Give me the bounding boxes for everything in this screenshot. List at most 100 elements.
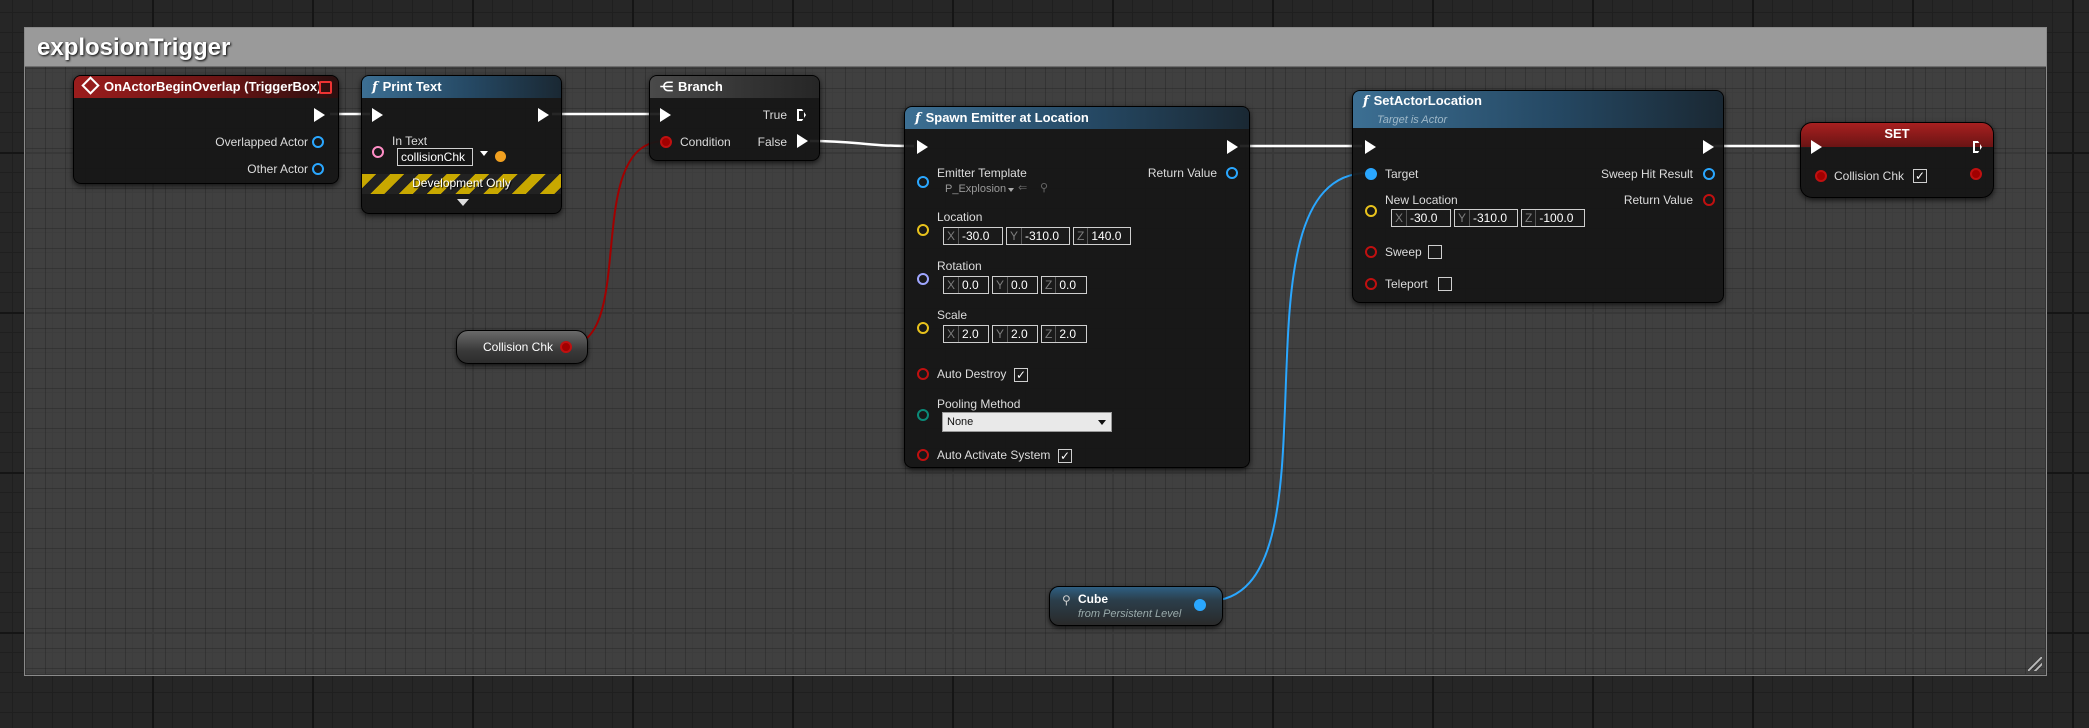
new-location-pin[interactable] bbox=[1365, 205, 1377, 217]
expand-arrow-icon[interactable] bbox=[457, 199, 469, 206]
target-pin[interactable] bbox=[1365, 168, 1377, 180]
set-actor-location-node[interactable]: f SetActorLocation Target is Actor Target… bbox=[1352, 90, 1724, 303]
pooling-method-dropdown[interactable]: None bbox=[942, 412, 1112, 432]
in-text-label: In Text bbox=[392, 134, 428, 148]
sweep-hit-result-pin[interactable] bbox=[1703, 168, 1715, 180]
branch-false-label: False bbox=[757, 135, 787, 149]
comment-header[interactable]: explosionTrigger bbox=[25, 28, 2046, 67]
location-y-field[interactable]: Y -310.0 bbox=[1006, 227, 1070, 245]
branch-exec-in-pin[interactable] bbox=[660, 108, 671, 122]
new-location-z-axis: Z bbox=[1522, 210, 1537, 226]
new-location-y-field[interactable]: Y -310.0 bbox=[1454, 209, 1518, 227]
set-actor-location-header[interactable]: f SetActorLocation Target is Actor bbox=[1353, 91, 1723, 128]
spawn-emitter-title: Spawn Emitter at Location bbox=[925, 110, 1089, 125]
overlapped-actor-pin[interactable] bbox=[312, 136, 324, 148]
scale-x-value: 2.0 bbox=[962, 327, 979, 341]
new-location-x-field[interactable]: X -30.0 bbox=[1391, 209, 1451, 227]
in-text-pin[interactable] bbox=[372, 146, 384, 158]
collision-chk-getter-label: Collision Chk bbox=[483, 340, 554, 354]
scale-z-value: 2.0 bbox=[1059, 327, 1077, 341]
other-actor-label: Other Actor bbox=[247, 162, 308, 176]
emitter-template-value[interactable]: P_Explosion bbox=[945, 183, 1006, 195]
branch-node[interactable]: ⋲ Branch True Condition False bbox=[649, 75, 820, 161]
cube-reference-pin[interactable] bbox=[1194, 599, 1206, 611]
event-node-title: OnActorBeginOverlap (TriggerBox) bbox=[104, 79, 322, 94]
set-variable-node[interactable]: SET Collision Chk ✓ bbox=[1800, 122, 1994, 198]
scale-z-axis: Z bbox=[1042, 326, 1057, 342]
set-collision-chk-in-pin[interactable] bbox=[1815, 170, 1827, 182]
set-exec-in-pin[interactable] bbox=[1811, 140, 1822, 154]
rotation-pin[interactable] bbox=[917, 273, 929, 285]
spawn-return-value-label: Return Value bbox=[1147, 166, 1217, 180]
dropdown-chevron-icon bbox=[1098, 420, 1106, 425]
browse-search-icon[interactable]: ⚲ bbox=[1040, 181, 1048, 194]
cube-reference-node[interactable]: ⚲ Cube from Persistent Level bbox=[1049, 586, 1223, 626]
emitter-dropdown-chevron-icon[interactable] bbox=[1008, 188, 1014, 192]
new-location-x-value: -30.0 bbox=[1410, 211, 1438, 225]
set-collision-chk-out-pin[interactable] bbox=[1970, 168, 1982, 180]
rotation-z-field[interactable]: Z 0.0 bbox=[1041, 276, 1087, 294]
localization-icon[interactable] bbox=[495, 151, 506, 162]
branch-true-pin[interactable] bbox=[797, 109, 806, 121]
rotation-y-field[interactable]: Y 0.0 bbox=[992, 276, 1038, 294]
new-location-z-field[interactable]: Z -100.0 bbox=[1521, 209, 1585, 227]
auto-activate-checkbox[interactable]: ✓ bbox=[1058, 449, 1072, 463]
scale-z-field[interactable]: Z 2.0 bbox=[1041, 325, 1087, 343]
auto-activate-label: Auto Activate System bbox=[937, 448, 1051, 462]
overlapped-actor-label: Overlapped Actor bbox=[215, 135, 308, 149]
spawn-exec-out-pin[interactable] bbox=[1227, 140, 1238, 154]
use-selected-arrow-icon[interactable]: ⇐ bbox=[1018, 181, 1027, 194]
in-text-dropdown-chevron-icon[interactable] bbox=[480, 151, 488, 156]
event-exec-out-pin[interactable] bbox=[314, 108, 325, 122]
location-pin[interactable] bbox=[917, 224, 929, 236]
new-location-y-value: -310.0 bbox=[1473, 211, 1508, 225]
emitter-template-pin[interactable] bbox=[917, 176, 929, 188]
set-variable-header[interactable]: SET bbox=[1801, 123, 1993, 147]
setloc-return-value-label: Return Value bbox=[1623, 193, 1693, 207]
pooling-method-label: Pooling Method bbox=[937, 397, 1021, 411]
location-x-field[interactable]: X -30.0 bbox=[943, 227, 1003, 245]
auto-destroy-checkbox[interactable]: ✓ bbox=[1014, 368, 1028, 382]
scale-pin[interactable] bbox=[917, 322, 929, 334]
new-location-x-axis: X bbox=[1392, 210, 1408, 226]
setloc-exec-out-pin[interactable] bbox=[1703, 140, 1714, 154]
auto-activate-pin[interactable] bbox=[917, 449, 929, 461]
event-node-header[interactable]: OnActorBeginOverlap (TriggerBox) bbox=[74, 76, 338, 98]
spawn-exec-in-pin[interactable] bbox=[917, 140, 928, 154]
setloc-exec-in-pin[interactable] bbox=[1365, 140, 1376, 154]
condition-pin[interactable] bbox=[660, 136, 672, 148]
other-actor-pin[interactable] bbox=[312, 163, 324, 175]
event-node[interactable]: OnActorBeginOverlap (TriggerBox) Overlap… bbox=[73, 75, 339, 184]
auto-destroy-pin[interactable] bbox=[917, 368, 929, 380]
pooling-method-value: None bbox=[947, 416, 974, 428]
resize-grip-icon[interactable] bbox=[2028, 657, 2042, 671]
setloc-return-value-pin[interactable] bbox=[1703, 194, 1715, 206]
print-text-node[interactable]: f Print Text In Text collisionChk Develop… bbox=[361, 75, 562, 214]
collision-chk-getter-node[interactable]: Collision Chk bbox=[456, 330, 588, 364]
spawn-emitter-node[interactable]: f Spawn Emitter at Location Emitter Templ… bbox=[904, 106, 1250, 468]
event-delegate-icon[interactable] bbox=[319, 81, 332, 94]
print-exec-out-pin[interactable] bbox=[538, 108, 549, 122]
scale-x-field[interactable]: X 2.0 bbox=[943, 325, 989, 343]
location-z-field[interactable]: Z 140.0 bbox=[1073, 227, 1131, 245]
sweep-checkbox[interactable] bbox=[1428, 245, 1442, 259]
branch-false-pin[interactable] bbox=[797, 134, 808, 148]
teleport-checkbox[interactable] bbox=[1438, 277, 1452, 291]
spawn-emitter-header[interactable]: f Spawn Emitter at Location bbox=[905, 107, 1249, 129]
branch-header[interactable]: ⋲ Branch bbox=[650, 76, 819, 98]
in-text-input[interactable]: collisionChk bbox=[397, 148, 473, 166]
branch-icon: ⋲ bbox=[660, 79, 673, 94]
teleport-pin[interactable] bbox=[1365, 278, 1377, 290]
pooling-method-pin[interactable] bbox=[917, 409, 929, 421]
rotation-y-value: 0.0 bbox=[1011, 278, 1028, 292]
collision-chk-getter-pin[interactable] bbox=[560, 341, 572, 353]
auto-destroy-label: Auto Destroy bbox=[937, 367, 1007, 381]
new-location-y-axis: Y bbox=[1455, 210, 1471, 226]
rotation-x-field[interactable]: X 0.0 bbox=[943, 276, 989, 294]
scale-y-field[interactable]: Y 2.0 bbox=[992, 325, 1038, 343]
spawn-return-value-pin[interactable] bbox=[1226, 167, 1238, 179]
set-collision-chk-checkbox[interactable]: ✓ bbox=[1913, 169, 1927, 183]
sweep-pin[interactable] bbox=[1365, 246, 1377, 258]
print-text-header[interactable]: f Print Text bbox=[362, 76, 561, 98]
print-exec-in-pin[interactable] bbox=[372, 108, 383, 122]
